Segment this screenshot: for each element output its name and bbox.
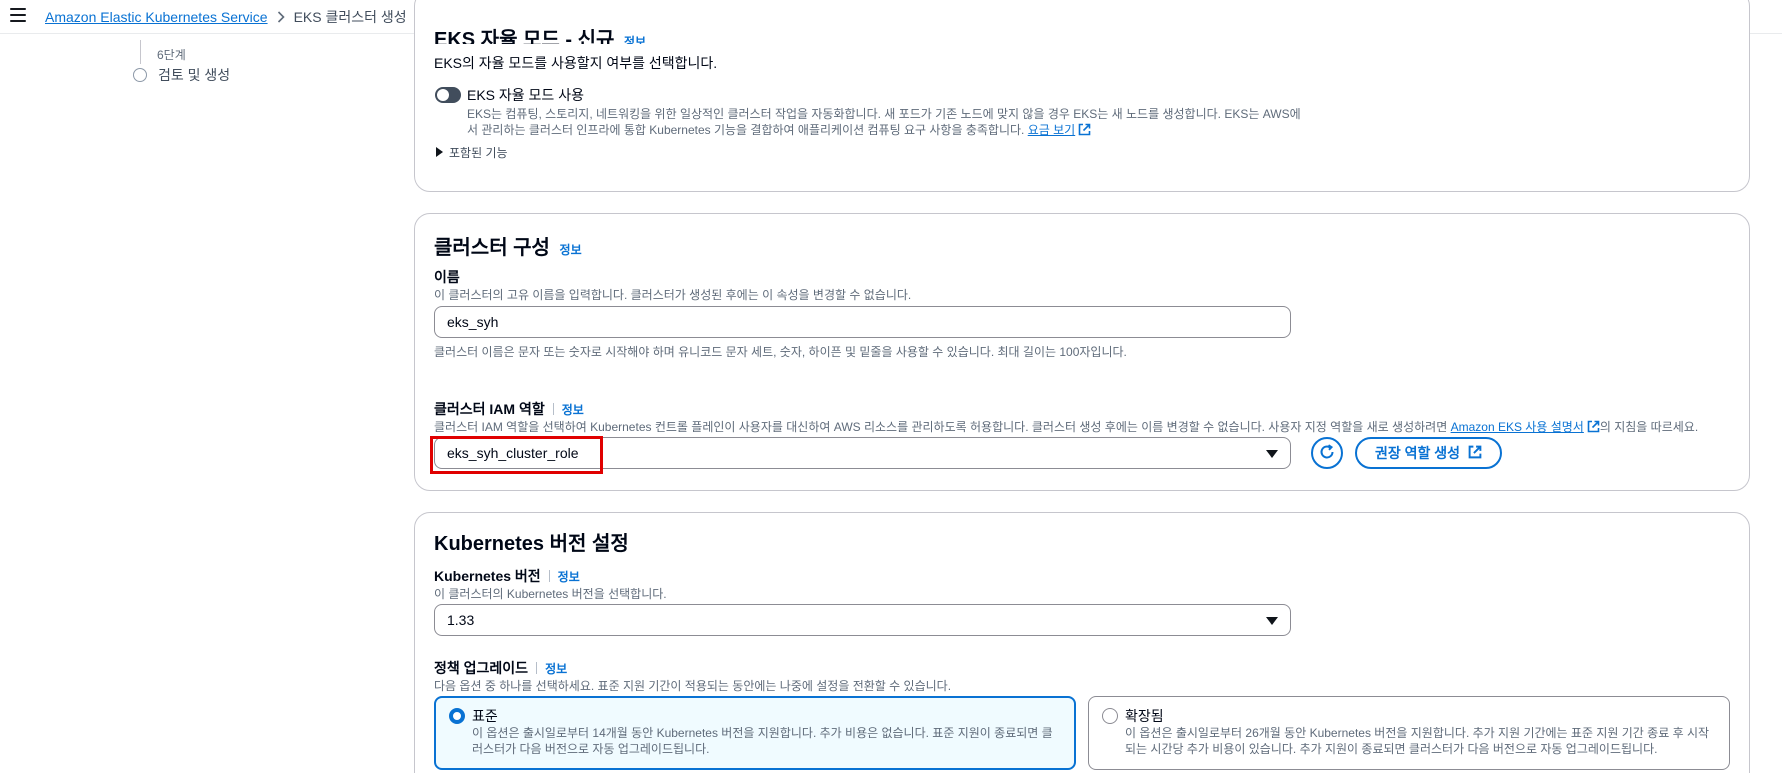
cluster-name-label: 이름: [434, 269, 460, 285]
cluster-config-title-text: 클러스터 구성: [434, 237, 550, 259]
refresh-icon: [1318, 443, 1336, 464]
cluster-name-desc: 이 클러스터의 고유 이름을 입력합니다. 클러스터가 생성된 후에는 이 속성…: [434, 288, 912, 302]
divider: [552, 403, 554, 415]
policy-option-extended[interactable]: 확장됨 이 옵션은 출시일로부터 26개월 동안 Kubernetes 버전을 …: [1088, 696, 1730, 770]
external-link-icon: [1468, 445, 1482, 462]
cluster-role-desc-suffix: 의 지침을 따르세요.: [1599, 420, 1699, 434]
cluster-role-desc-text: 클러스터 IAM 역할을 선택하여 Kubernetes 컨트롤 플레인이 사용…: [434, 420, 1448, 434]
stepper-step-number: 6단계: [157, 48, 186, 62]
stepper-circle-icon: [133, 68, 147, 82]
policy-option-standard[interactable]: 표준 이 옵션은 출시일로부터 14개월 동안 Kubernetes 버전을 지…: [434, 696, 1076, 770]
k8s-version-label-row: Kubernetes 버전 정보: [434, 566, 580, 586]
radio-unselected-icon[interactable]: [1102, 708, 1118, 724]
auto-mode-title: EKS 자율 모드 - 신규 정보: [434, 28, 646, 44]
auto-mode-desc-line1: EKS는 컴퓨팅, 스토리지, 네트워킹을 위한 일상적인 클러스터 작업을 자…: [467, 107, 1301, 121]
auto-mode-toggle-desc: EKS는 컴퓨팅, 스토리지, 네트워킹을 위한 일상적인 클러스터 작업을 자…: [467, 106, 1301, 140]
policy-option-desc-line2: 러스터가 다음 버전으로 자동 업그레이드됩니다.: [472, 742, 710, 756]
k8s-version-label: Kubernetes 버전: [434, 568, 541, 584]
policy-option-desc-line1: 이 옵션은 출시일로부터 26개월 동안 Kubernetes 버전을 지원합니…: [1125, 726, 1710, 740]
cluster-role-info-link[interactable]: 정보: [562, 403, 584, 417]
k8s-version-value: 1.33: [447, 612, 475, 628]
upgrade-policy-info-link[interactable]: 정보: [545, 662, 567, 676]
external-link-icon: [1078, 123, 1091, 140]
cluster-role-label: 클러스터 IAM 역할: [434, 401, 545, 417]
cluster-role-select[interactable]: eks_syh_cluster_role: [434, 437, 1291, 469]
menu-icon[interactable]: [10, 8, 26, 22]
policy-option-desc-line1: 이 옵션은 출시일로부터 14개월 동안 Kubernetes 버전을 지원합니…: [472, 726, 1053, 740]
k8s-version-info-link[interactable]: 정보: [558, 570, 580, 584]
auto-mode-toggle-label: EKS 자율 모드 사용: [467, 87, 584, 103]
breadcrumb-current: EKS 클러스터 생성: [293, 9, 407, 25]
policy-option-title: 표준: [472, 708, 498, 724]
cluster-name-input[interactable]: eks_syh: [434, 306, 1291, 338]
policy-option-desc: 이 옵션은 출시일로부터 26개월 동안 Kubernetes 버전을 지원합니…: [1125, 725, 1709, 757]
divider: [548, 570, 550, 582]
auto-mode-info-link[interactable]: 정보: [624, 35, 646, 44]
pricing-link[interactable]: 요금 보기: [1028, 123, 1076, 137]
policy-option-desc: 이 옵션은 출시일로부터 14개월 동안 Kubernetes 버전을 지원합니…: [472, 725, 1053, 757]
eks-user-guide-link[interactable]: Amazon EKS 사용 설명서: [1451, 420, 1584, 434]
cluster-config-title: 클러스터 구성 정보: [434, 231, 582, 260]
create-role-label: 권장 역할 생성: [1375, 445, 1461, 461]
auto-mode-desc-line2: 서 관리하는 클러스터 인프라에 통합 Kubernetes 기능을 결합하여 …: [467, 122, 1301, 140]
upgrade-policy-label-row: 정책 업그레이드 정보: [434, 658, 567, 678]
radio-selected-icon[interactable]: [449, 708, 465, 724]
auto-mode-toggle[interactable]: [435, 87, 461, 103]
policy-option-title: 확장됨: [1125, 708, 1164, 724]
toggle-knob: [437, 89, 449, 101]
cluster-role-desc: 클러스터 IAM 역할을 선택하여 Kubernetes 컨트롤 플레인이 사용…: [434, 418, 1698, 436]
stepper-connector: [140, 40, 141, 64]
cluster-role-label-row: 클러스터 IAM 역할 정보: [434, 399, 584, 419]
auto-mode-description: EKS의 자율 모드를 사용할지 여부를 선택합니다.: [434, 55, 718, 71]
caret-right-icon: [436, 147, 443, 157]
auto-mode-panel: EKS 자율 모드 - 신규 정보 EKS의 자율 모드를 사용할지 여부를 선…: [414, 0, 1750, 192]
cluster-name-value: eks_syh: [447, 314, 499, 330]
stepper-step-review[interactable]: 검토 및 생성: [158, 65, 230, 85]
cluster-role-value: eks_syh_cluster_role: [447, 445, 579, 461]
included-features-label: 포함된 기능: [449, 146, 508, 160]
auto-mode-desc-line2-text: 서 관리하는 클러스터 인프라에 통합 Kubernetes 기능을 결합하여 …: [467, 123, 1025, 137]
upgrade-policy-label: 정책 업그레이드: [434, 660, 529, 676]
k8s-version-panel: Kubernetes 버전 설정 Kubernetes 버전 정보 이 클러스터의…: [414, 512, 1750, 773]
k8s-version-select[interactable]: 1.33: [434, 604, 1291, 636]
k8s-version-desc: 이 클러스터의 Kubernetes 버전을 선택합니다.: [434, 587, 667, 601]
caret-down-icon: [1266, 450, 1278, 458]
cluster-config-info-link[interactable]: 정보: [560, 243, 582, 257]
upgrade-policy-desc: 다음 옵션 중 하나를 선택하세요. 표준 지원 기간이 적용되는 동안에는 나…: [434, 679, 952, 693]
divider: [536, 662, 538, 674]
breadcrumb-service-link[interactable]: Amazon Elastic Kubernetes Service: [45, 9, 268, 25]
refresh-button[interactable]: [1311, 437, 1343, 469]
external-link-icon: [1587, 420, 1600, 436]
auto-mode-title-text: EKS 자율 모드 - 신규: [434, 29, 615, 44]
cluster-config-panel: 클러스터 구성 정보 이름 이 클러스터의 고유 이름을 입력합니다. 클러스터…: [414, 213, 1750, 491]
caret-down-icon: [1266, 617, 1278, 625]
breadcrumb: Amazon Elastic Kubernetes Service EKS 클러…: [45, 7, 407, 27]
create-recommended-role-button[interactable]: 권장 역할 생성: [1355, 437, 1503, 469]
k8s-version-title: Kubernetes 버전 설정: [434, 533, 629, 555]
policy-option-desc-line2: 되는 시간당 추가 비용이 있습니다. 추가 지원이 종료되면 클러스터가 다음…: [1125, 742, 1658, 756]
included-features-expander[interactable]: 포함된 기능: [436, 144, 508, 161]
cluster-name-constraint: 클러스터 이름은 문자 또는 숫자로 시작해야 하며 유니코드 문자 세트, 숫…: [434, 345, 1127, 359]
chevron-right-icon: [277, 11, 285, 23]
